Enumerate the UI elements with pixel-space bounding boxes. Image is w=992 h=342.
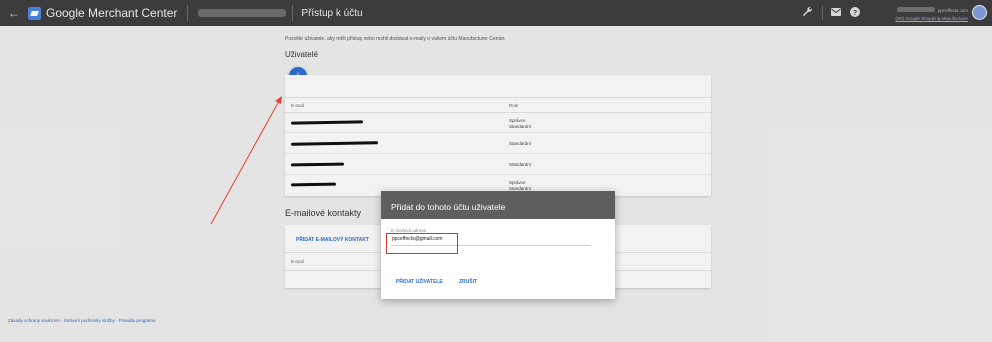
arrow-line	[210, 100, 280, 225]
highlight-box	[386, 233, 458, 254]
add-user-confirm-button[interactable]: PŘIDAT UŽIVATELE	[396, 279, 443, 285]
cancel-button[interactable]: ZRUŠIT	[459, 279, 477, 285]
dialog-title: Přidat do tohoto účtu uživatele	[381, 191, 615, 219]
add-user-dialog: Přidat do tohoto účtu uživatele E-mailov…	[381, 191, 615, 299]
